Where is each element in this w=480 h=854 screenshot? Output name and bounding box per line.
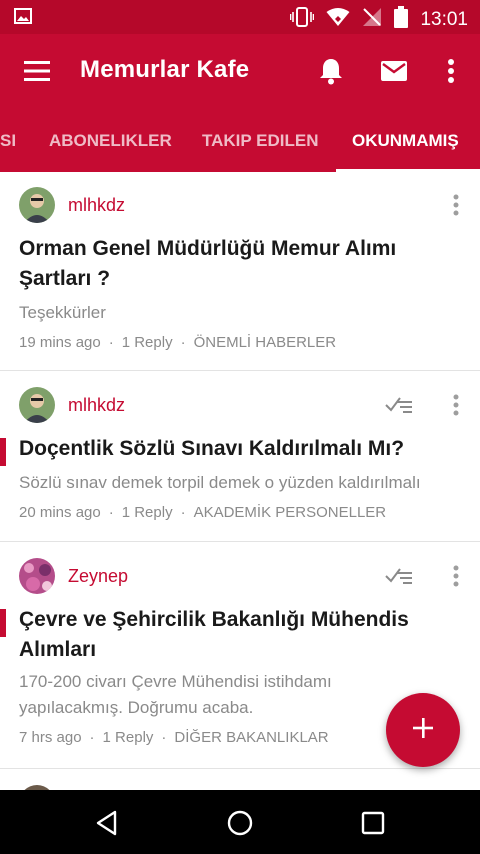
topic-author[interactable]: mlhkdz [68,395,125,416]
wifi-icon [326,7,350,32]
topic-excerpt: 170-200 civarı Çevre Mühendisi istihdamı… [19,672,332,717]
topic-excerpt: Teşekkürler [19,303,106,322]
topic-time: 19 mins ago [19,334,101,351]
topic-meta: 19 mins ago · 1 Reply · ÖNEMLİ HABERLER [19,334,337,351]
image-notification-icon [14,8,32,29]
tab-following[interactable]: TAKIP EDILEN [202,108,319,172]
topic-meta: 20 mins ago · 1 Reply · AKADEMİK PERSONELLER [19,504,387,521]
mark-read-icon[interactable] [384,565,414,587]
tab-bar: SI ABONELIKLER TAKIP EDILEN OKUNMAMIŞ [0,108,480,172]
topic-meta: 7 hrs ago · 1 Reply · DİĞER BAKANLIKLAR [19,729,329,746]
topic-item[interactable] [0,770,480,790]
topic-item[interactable]: mlhkdz Orman Genel Müdürlüğü Memur Alımı… [0,172,480,371]
system-nav-bar [0,790,480,854]
topic-title[interactable]: Doçentlik Sözlü Sınavı Kaldırılmalı Mı? [19,434,459,464]
more-vert-icon[interactable] [436,56,466,86]
status-time: 13:01 [420,8,468,30]
topic-replies: 1 Reply [121,504,173,521]
app-bar: Memurlar Kafe [0,34,480,108]
compose-button[interactable] [386,693,460,767]
home-circle-icon[interactable] [225,808,255,838]
mark-read-icon[interactable] [384,394,414,416]
topic-time: 7 hrs ago [19,729,82,746]
topic-category[interactable]: ÖNEMLİ HABERLER [194,334,337,351]
recents-square-icon[interactable] [358,808,388,838]
topic-category[interactable]: DİĞER BAKANLIKLAR [174,729,328,746]
unread-indicator [0,609,6,637]
menu-icon[interactable] [22,59,52,83]
unread-indicator [0,438,6,466]
avatar[interactable] [19,187,55,223]
topic-title[interactable]: Orman Genel Müdürlüğü Memur Alımı Şartla… [19,234,459,294]
topic-item[interactable]: mlhkdz Doçentlik Sözlü Sınavı Kaldırılma… [0,372,480,542]
app-title: Memurlar Kafe [80,56,250,83]
topic-replies: 1 Reply [102,729,154,746]
topic-author[interactable]: Zeynep [68,566,128,587]
tab-subscriptions[interactable]: ABONELIKLER [49,108,172,172]
more-vert-icon[interactable] [452,194,460,216]
more-vert-icon[interactable] [452,565,460,587]
status-bar: 13:01 [0,0,480,34]
battery-icon [394,6,409,33]
avatar[interactable] [19,387,55,423]
bell-icon[interactable] [316,56,346,86]
topic-time: 20 mins ago [19,504,101,521]
vibrate-icon [290,7,315,32]
topic-title[interactable]: Çevre ve Şehircilik Bakanlığı Mühendis A… [19,605,459,665]
back-triangle-icon[interactable] [92,808,122,838]
more-vert-icon[interactable] [452,394,460,416]
topic-excerpt: Sözlü sınav demek torpil demek o yüzden … [19,473,421,492]
topic-replies: 1 Reply [121,334,173,351]
mail-icon[interactable] [379,56,409,86]
topic-author[interactable]: mlhkdz [68,195,125,216]
tab-partial[interactable]: SI [0,108,16,172]
topic-category[interactable]: AKADEMİK PERSONELLER [194,504,387,521]
no-signal-icon [362,7,382,32]
plus-icon [412,717,434,744]
avatar[interactable] [19,558,55,594]
tab-unread[interactable]: OKUNMAMIŞ [352,108,459,172]
